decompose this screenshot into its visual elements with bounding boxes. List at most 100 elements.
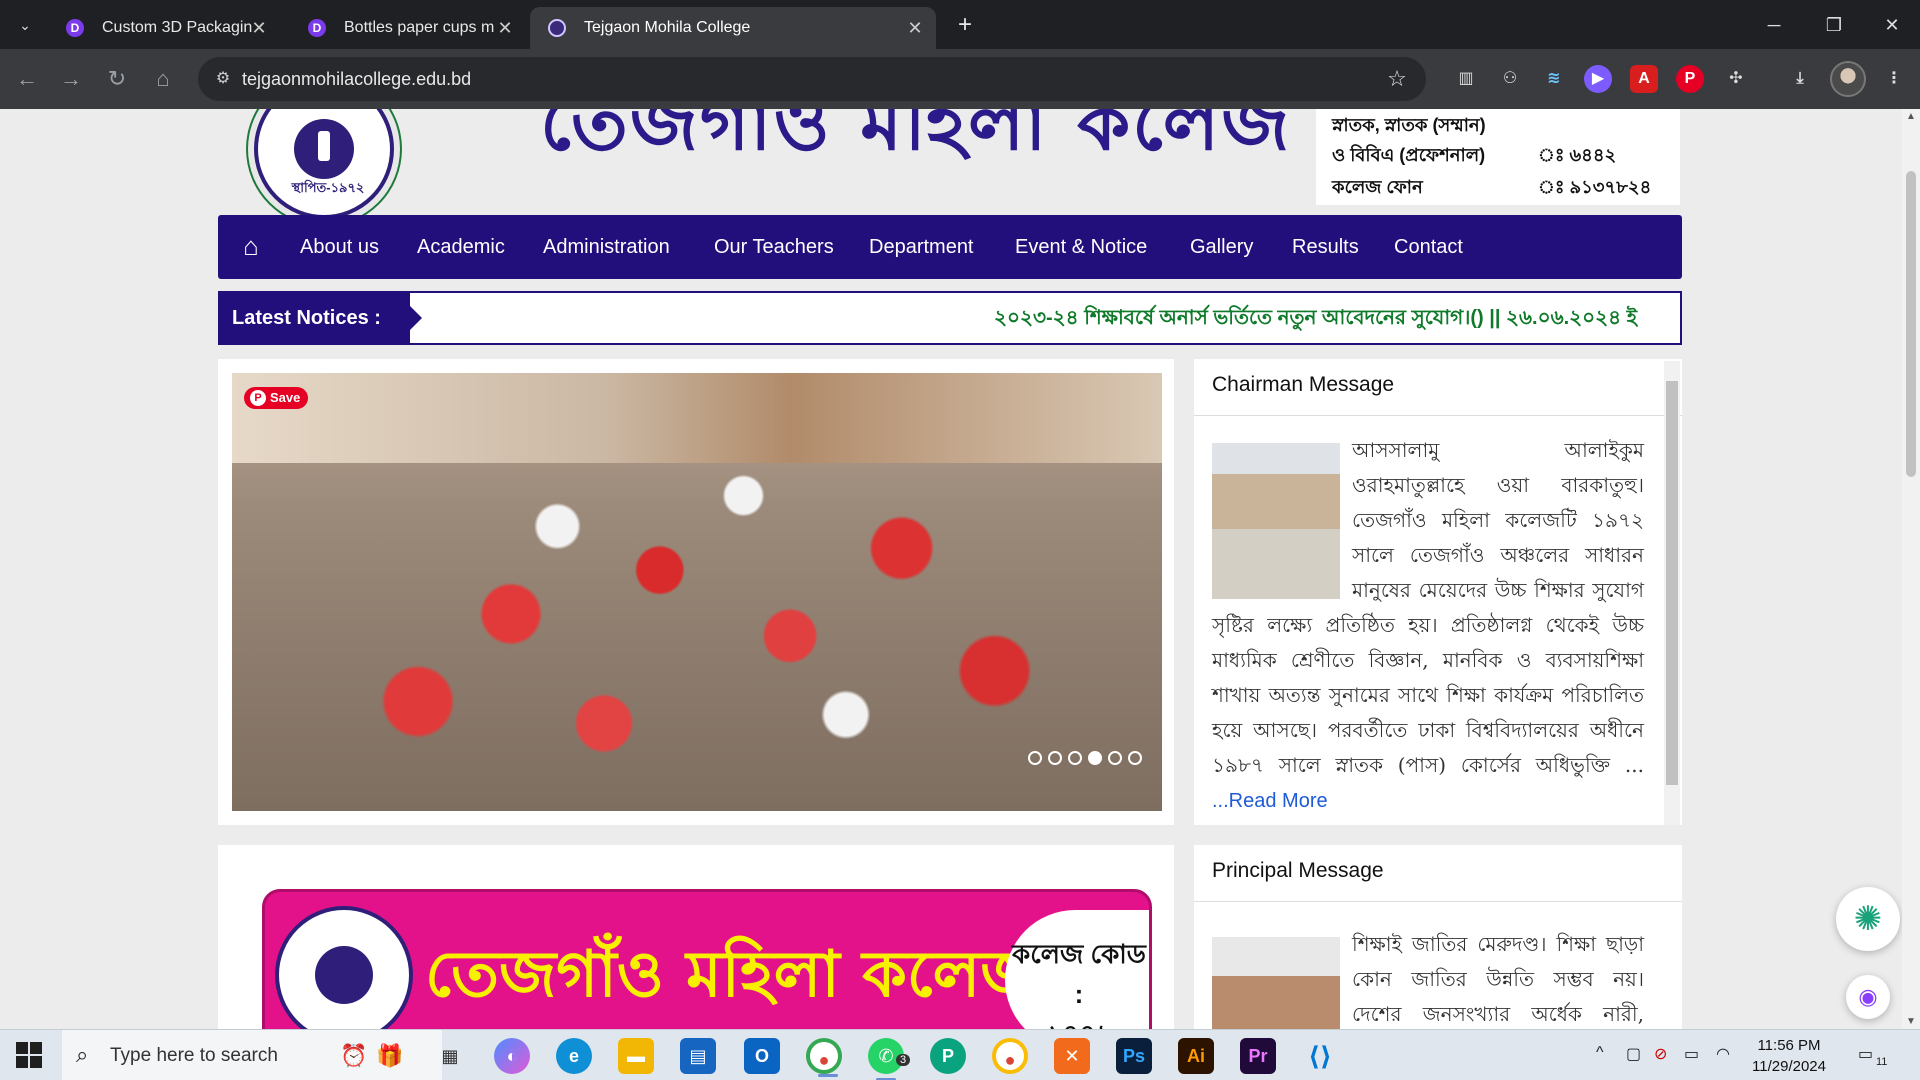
tab-search-chevron-icon[interactable]: ⌄	[12, 13, 38, 37]
back-arrow-icon[interactable]: ←	[12, 64, 42, 94]
scroll-up-arrow-icon[interactable]: ▲	[1902, 111, 1920, 122]
tab-title: Bottles paper cups mockup 500	[344, 19, 494, 36]
scroll-down-arrow-icon[interactable]: ▼	[1902, 1016, 1920, 1027]
slider-dot[interactable]	[1068, 751, 1082, 765]
pinterest-save-button[interactable]: Save	[244, 387, 309, 409]
slider-dot[interactable]	[1108, 751, 1122, 765]
address-bar[interactable]: ⚙ tejgaonmohilacollege.edu.bd ☆	[198, 57, 1426, 101]
more-menu-icon[interactable]: ⋮	[1880, 65, 1908, 93]
xampp-icon[interactable]: ✕	[1054, 1038, 1090, 1074]
bookmark-star-icon[interactable]: ☆	[1384, 66, 1410, 92]
photo-spacer	[1212, 433, 1352, 589]
nav-results[interactable]: Results	[1292, 215, 1359, 279]
download-icon[interactable]: ⤓	[1786, 65, 1814, 93]
principal-message-body: শিক্ষাই জাতির মেরুদণ্ড। শিক্ষা ছাড়া কোন…	[1212, 927, 1644, 1029]
read-more-link[interactable]: ...Read More	[1212, 790, 1328, 812]
slider-dot[interactable]	[1048, 751, 1062, 765]
close-tab-icon[interactable]: ✕	[248, 7, 270, 49]
pycharm-like-icon[interactable]: P	[930, 1038, 966, 1074]
alarm-clock-icon[interactable]: ⏰	[336, 1038, 372, 1074]
task-view-icon[interactable]: ▦	[432, 1038, 468, 1074]
close-tab-icon[interactable]: ✕	[904, 7, 926, 49]
device-icon[interactable]: ▢	[1626, 1044, 1641, 1064]
college-name-heading: তেজগাঁও মহিলা কলেজ	[540, 109, 1292, 167]
copilot-icon[interactable]: ◐	[494, 1038, 530, 1074]
network-off-icon[interactable]: ⊘	[1654, 1044, 1667, 1064]
start-square	[30, 1042, 42, 1054]
nav-administration[interactable]: Administration	[543, 215, 670, 279]
illustrator-icon[interactable]: Ai	[1178, 1038, 1214, 1074]
nav-event-notice[interactable]: Event & Notice	[1015, 215, 1147, 279]
browser-toolbar: ← → ↻ ⌂ ⚙ tejgaonmohilacollege.edu.bd ☆ …	[0, 49, 1920, 109]
new-tab-button[interactable]: +	[950, 10, 980, 40]
vscode-icon[interactable]: ⟨⟩	[1302, 1038, 1338, 1074]
site-info-icon[interactable]: ⚙	[212, 68, 234, 90]
outlook-icon[interactable]: O	[744, 1038, 780, 1074]
college-banner: তেজগাঁও মহিলা কলেজ কলেজ কোড : ৬৪৪২	[262, 889, 1152, 1029]
nav-our-teachers[interactable]: Our Teachers	[714, 215, 834, 279]
reading-list-icon[interactable]: ▥	[1452, 65, 1480, 93]
clock-date: 11/29/2024	[1752, 1058, 1826, 1075]
nav-department[interactable]: Department	[869, 215, 974, 279]
slide-image-background	[232, 373, 1162, 463]
chrome-icon[interactable]: ●	[806, 1038, 842, 1077]
home-icon[interactable]: ⌂	[236, 231, 266, 261]
photoshop-icon[interactable]: Ps	[1116, 1038, 1152, 1074]
close-tab-icon[interactable]: ✕	[494, 7, 516, 49]
close-window-button[interactable]: ✕	[1872, 10, 1912, 40]
ai-brain-icon[interactable]: ◉	[1846, 975, 1890, 1019]
home-icon[interactable]: ⌂	[148, 64, 178, 94]
latest-notices-label: Latest Notices :	[220, 293, 422, 343]
search-placeholder: Type here to search	[110, 1045, 278, 1066]
chatgpt-assistant-icon[interactable]: ✺	[1836, 887, 1900, 951]
scrollbar-thumb[interactable]	[1906, 171, 1916, 477]
tab-tejgaon-mohila-college[interactable]: Tejgaon Mohila College ✕	[530, 7, 936, 49]
system-clock[interactable]: 11:56 PM 11/29/2024	[1744, 1035, 1834, 1077]
microsoft-store-icon[interactable]: ▤	[680, 1038, 716, 1074]
slider-dot[interactable]	[1128, 751, 1142, 765]
slider-dot-active[interactable]	[1088, 751, 1102, 765]
chairman-panel-scrollbar[interactable]	[1664, 361, 1680, 825]
info-label: স্নাতক, স্নাতক (সম্মান)	[1332, 115, 1486, 135]
gift-icon[interactable]: 🎁	[372, 1038, 408, 1074]
slider-dot[interactable]	[1028, 751, 1042, 765]
reload-icon[interactable]: ↻	[102, 64, 132, 94]
chrome-profile-icon[interactable]: ●	[992, 1038, 1028, 1074]
wave-extension-icon[interactable]: ≋	[1540, 65, 1568, 93]
tab-custom-3d-packaging[interactable]: D Custom 3D Packaging Design C ✕	[48, 7, 280, 49]
file-explorer-icon[interactable]: ▬	[618, 1038, 654, 1074]
campus-photo-slider[interactable]: Save	[232, 373, 1162, 811]
nav-about-us[interactable]: About us	[300, 215, 379, 279]
notifications-icon[interactable]: ▭	[1858, 1044, 1873, 1064]
windows-start-icon[interactable]	[16, 1042, 42, 1068]
photo-spacer	[1212, 927, 1352, 1029]
nav-academic[interactable]: Academic	[417, 215, 505, 279]
pinterest-icon[interactable]: P	[1676, 65, 1704, 93]
show-hidden-icons-icon[interactable]: ^	[1596, 1044, 1604, 1062]
premiere-pro-icon[interactable]: Pr	[1240, 1038, 1276, 1074]
restore-window-button[interactable]: ❐	[1814, 10, 1854, 40]
tab-title: Tejgaon Mohila College	[584, 19, 751, 36]
banner-logo	[275, 906, 413, 1029]
acrobat-pdf-icon[interactable]: A	[1630, 65, 1658, 93]
page-scrollbar[interactable]: ▲ ▼	[1902, 109, 1920, 1029]
play-extension-icon[interactable]: ▶	[1584, 65, 1612, 93]
profile-avatar[interactable]	[1830, 61, 1866, 97]
web-page: স্থাপিত-১৯৭২ তেজগাঁও মহিলা কলেজ স্নাতক, …	[0, 109, 1902, 1029]
scrollbar-thumb[interactable]	[1666, 381, 1678, 785]
edge-browser-icon[interactable]: e	[556, 1038, 592, 1074]
seal-established-text: স্থাপিত-১৯৭২	[291, 180, 365, 195]
extension-puzzle-person-icon[interactable]: ⚇	[1496, 65, 1524, 93]
forward-arrow-icon[interactable]: →	[56, 64, 86, 94]
notice-text-link[interactable]: ২০২৩-২৪ শিক্ষাবর্ষে অনার্স ভর্তিতে নতুন …	[994, 293, 1637, 343]
tab-bottles-mockup[interactable]: D Bottles paper cups mockup 500 ✕	[290, 7, 526, 49]
notification-count: 11	[1876, 1056, 1888, 1068]
battery-icon[interactable]: ▭	[1684, 1044, 1699, 1064]
minimize-window-button[interactable]: ─	[1754, 10, 1794, 40]
url-text[interactable]: tejgaonmohilacollege.edu.bd	[242, 57, 471, 101]
wifi-icon[interactable]: ◠	[1716, 1044, 1730, 1064]
nav-contact[interactable]: Contact	[1394, 215, 1463, 279]
college-logo[interactable]: স্থাপিত-১৯৭২	[254, 109, 394, 219]
extensions-icon[interactable]: ✣	[1722, 65, 1750, 93]
nav-gallery[interactable]: Gallery	[1190, 215, 1253, 279]
